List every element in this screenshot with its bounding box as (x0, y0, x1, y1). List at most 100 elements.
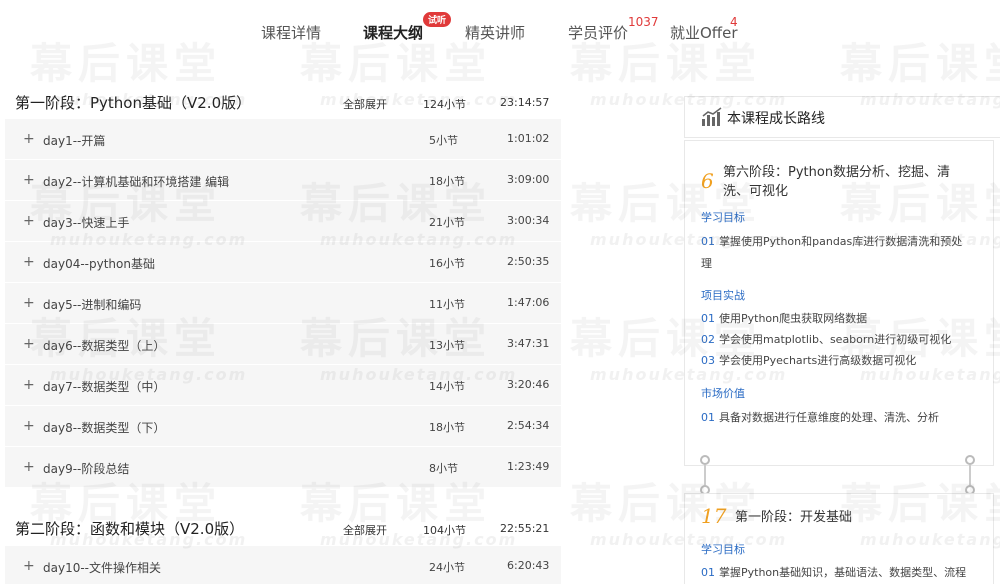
expand-all-button[interactable]: 全部展开 (343, 522, 387, 538)
day-list: + day10--文件操作相关 24小节 6:20:43 (5, 546, 561, 584)
tab-label: 精英讲师 (465, 24, 526, 42)
card-title: 第六阶段：Python数据分析、挖掘、清洗、可视化 (723, 165, 951, 199)
day-row[interactable]: + day10--文件操作相关 24小节 6:20:43 (5, 546, 561, 584)
day-lesson-count: 13小节 (429, 339, 465, 352)
goal-label: 学习目标 (701, 543, 745, 556)
day-lesson-count: 21小节 (429, 216, 465, 229)
day-lesson-count: 11小节 (429, 298, 465, 311)
day-name: day04--python基础 (43, 257, 155, 271)
expand-plus-icon[interactable]: + (23, 213, 35, 229)
tab-course-outline[interactable]: 课程大纲 试听 (363, 12, 452, 43)
day-row[interactable]: + day9--阶段总结 8小节 1:23:49 (5, 447, 561, 488)
item-text: 使用Python爬虫获取网络数据 (719, 312, 868, 325)
expand-plus-icon[interactable]: + (23, 172, 35, 188)
review-count: 1037 (628, 15, 659, 29)
day-name: day8--数据类型（下） (43, 421, 166, 435)
growth-route-header: 本课程成长路线 (684, 96, 1000, 138)
project-label: 项目实战 (701, 289, 745, 302)
stage-title: 第二阶段：函数和模块（V2.0版） (15, 520, 245, 538)
expand-plus-icon[interactable]: + (23, 131, 35, 147)
item-index: 03 (701, 354, 715, 367)
project-item: 01 使用Python爬虫获取网络数据 (701, 308, 971, 330)
expand-plus-icon[interactable]: + (23, 254, 35, 270)
tab-course-details[interactable]: 课程详情 (261, 22, 321, 43)
day-duration: 3:47:31 (507, 337, 550, 350)
expand-plus-icon[interactable]: + (23, 295, 35, 311)
day-lesson-count: 5小节 (429, 134, 458, 147)
goal-item: 01 掌握使用Python和pandas库进行数据清洗和预处理 (701, 231, 971, 275)
connector-line (969, 465, 971, 487)
tab-reviews[interactable]: 学员评价 1037 (568, 15, 659, 43)
stage-lesson-count: 124小节 (423, 98, 466, 111)
stage-duration: 22:55:21 (500, 522, 550, 535)
item-index: 01 (701, 312, 715, 325)
day-duration: 2:54:34 (507, 419, 550, 432)
stage-header: 第一阶段：Python基础（V2.0版） 全部展开 124小节 23:14:57 (15, 88, 563, 118)
tab-teachers[interactable]: 精英讲师 (465, 22, 525, 43)
card-title: 第一阶段：开发基础 (735, 510, 853, 525)
day-name: day9--阶段总结 (43, 462, 130, 476)
day-duration: 3:09:00 (507, 173, 550, 186)
project-item: 03 学会使用Pyecharts进行高级数据可视化 (701, 350, 971, 372)
day-duration: 1:23:49 (507, 460, 550, 473)
expand-plus-icon[interactable]: + (23, 336, 35, 352)
day-duration: 2:50:35 (507, 255, 550, 268)
stage-title: 第一阶段：Python基础（V2.0版） (15, 94, 252, 112)
day-name: day10--文件操作相关 (43, 561, 162, 575)
day-row[interactable]: + day3--快速上手 21小节 3:00:34 (5, 201, 561, 242)
day-row[interactable]: + day5--进制和编码 11小节 1:47:06 (5, 283, 561, 324)
item-text: 掌握Python基础知识，基础语法、数据类型、流程 (719, 566, 967, 579)
day-lesson-count: 16小节 (429, 257, 465, 270)
stage-card: 17 第一阶段：开发基础 学习目标 01 掌握Python基础知识，基础语法、数据… (684, 493, 994, 584)
project-item: 02 学会使用matplotlib、seaborn进行初级可视化 (701, 329, 971, 351)
tab-job-offer[interactable]: 就业Offer 4 (670, 15, 738, 43)
stage-duration: 23:14:57 (500, 96, 550, 109)
chart-bars-icon (702, 107, 722, 126)
connector-line (704, 465, 706, 487)
day-name: day3--快速上手 (43, 216, 130, 230)
item-text: 学会使用matplotlib、seaborn进行初级可视化 (719, 333, 952, 346)
day-name: day2--计算机基础和环境搭建 编辑 (43, 175, 230, 189)
day-name: day5--进制和编码 (43, 298, 142, 312)
stage-number: 6 (701, 169, 714, 193)
tab-label: 就业Offer (670, 24, 738, 42)
market-label: 市场价值 (701, 387, 745, 400)
item-index: 01 (701, 411, 715, 424)
expand-all-button[interactable]: 全部展开 (343, 96, 387, 112)
trial-badge: 试听 (423, 12, 452, 27)
item-index: 01 (701, 235, 715, 248)
day-row[interactable]: + day7--数据类型（中） 14小节 3:20:46 (5, 365, 561, 406)
goal-label: 学习目标 (701, 211, 745, 224)
day-row[interactable]: + day2--计算机基础和环境搭建 编辑 18小节 3:09:00 (5, 160, 561, 201)
connector-pin-icon (700, 455, 710, 465)
expand-plus-icon[interactable]: + (23, 558, 35, 574)
day-row[interactable]: + day04--python基础 16小节 2:50:35 (5, 242, 561, 283)
item-text: 学会使用Pyecharts进行高级数据可视化 (719, 354, 917, 367)
day-duration: 1:47:06 (507, 296, 550, 309)
tab-label: 课程大纲 (363, 24, 424, 42)
expand-plus-icon[interactable]: + (23, 377, 35, 393)
day-lesson-count: 18小节 (429, 175, 465, 188)
connector-pin-icon (965, 455, 975, 465)
day-lesson-count: 14小节 (429, 380, 465, 393)
item-text: 具备对数据进行任意维度的处理、清洗、分析 (719, 411, 939, 424)
route-title: 本课程成长路线 (727, 111, 825, 127)
offer-count: 4 (730, 15, 738, 29)
day-lesson-count: 18小节 (429, 421, 465, 434)
item-index: 02 (701, 333, 715, 346)
day-list: + day1--开篇 5小节 1:01:02 + day2--计算机基础和环境搭建 编辑 1… (5, 119, 561, 488)
day-lesson-count: 8小节 (429, 462, 458, 475)
stage-number: 17 (701, 504, 727, 528)
day-name: day6--数据类型（上） (43, 339, 166, 353)
day-row[interactable]: + day6--数据类型（上） 13小节 3:47:31 (5, 324, 561, 365)
item-index: 01 (701, 566, 715, 579)
item-text: 掌握使用Python和pandas库进行数据清洗和预处理 (701, 235, 963, 270)
stage-header: 第二阶段：函数和模块（V2.0版） 全部展开 104小节 22:55:21 (15, 514, 563, 544)
day-row[interactable]: + day1--开篇 5小节 1:01:02 (5, 119, 561, 160)
day-duration: 1:01:02 (507, 132, 550, 145)
day-row[interactable]: + day8--数据类型（下） 18小节 2:54:34 (5, 406, 561, 447)
day-name: day1--开篇 (43, 134, 106, 148)
tab-label: 学员评价 (568, 24, 629, 42)
expand-plus-icon[interactable]: + (23, 418, 35, 434)
expand-plus-icon[interactable]: + (23, 459, 35, 475)
